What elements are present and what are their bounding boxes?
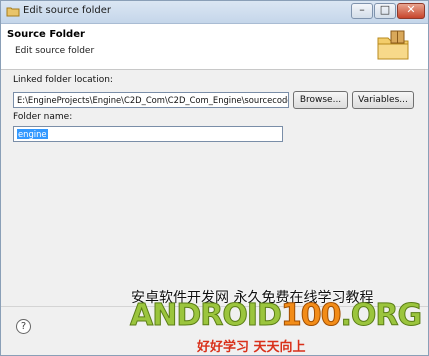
dialog-header: Source Folder Edit source folder <box>1 24 428 70</box>
browse-button[interactable]: Browse... <box>293 91 348 109</box>
close-button[interactable]: ✕ <box>397 3 425 19</box>
linked-folder-input[interactable]: E:\EngineProjects\Engine\C2D_Com\C2D_Com… <box>13 92 289 108</box>
header-title: Source Folder <box>7 29 85 40</box>
maximize-button[interactable]: □ <box>374 3 396 19</box>
edit-source-folder-dialog: Edit source folder – □ ✕ Source Folder E… <box>0 0 429 356</box>
variables-button[interactable]: Variables... <box>352 91 414 109</box>
minimize-icon: – <box>359 3 365 16</box>
folder-name-value: engine <box>17 129 48 139</box>
folder-icon <box>377 30 409 60</box>
linked-folder-label: Linked folder location: <box>13 75 113 85</box>
maximize-icon: □ <box>379 3 391 16</box>
header-description: Edit source folder <box>15 46 95 56</box>
folder-name-label: Folder name: <box>13 112 73 122</box>
window-title: Edit source folder <box>23 5 111 16</box>
close-icon: ✕ <box>406 3 416 16</box>
title-bar: Edit source folder – □ ✕ <box>1 1 428 24</box>
window-icon <box>6 7 20 17</box>
watermark-logo: ANDROID100.ORG <box>130 298 423 334</box>
minimize-button[interactable]: – <box>351 3 373 19</box>
watermark-logo-text: ANDROID100.ORG <box>130 298 423 334</box>
help-icon[interactable]: ? <box>16 319 31 334</box>
folder-name-input[interactable]: engine <box>13 126 283 142</box>
watermark-slogan: 好好学习 天天向上 <box>197 340 306 355</box>
